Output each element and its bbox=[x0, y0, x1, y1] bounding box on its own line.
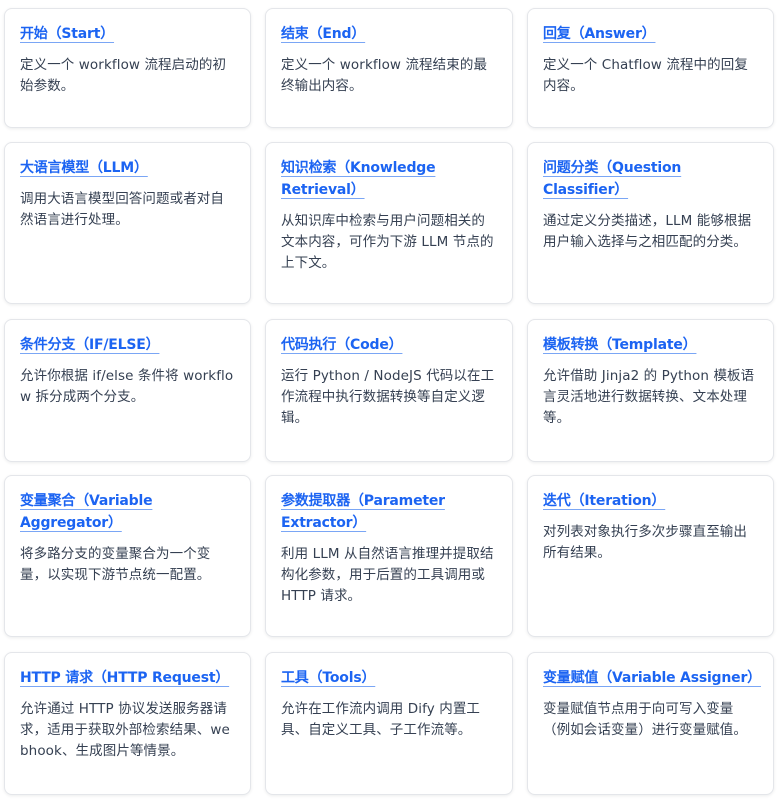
card-code: 代码执行（Code） 运行 Python / NodeJS 代码以在工作流程中执… bbox=[265, 319, 513, 462]
card-title-link[interactable]: 参数提取器（Parameter Extractor） bbox=[281, 493, 445, 531]
card-iteration: 迭代（Iteration） 对列表对象执行多次步骤直至输出所有结果。 bbox=[527, 475, 774, 637]
card-title-link[interactable]: 变量赋值（Variable Assigner） bbox=[543, 670, 761, 686]
card-variable-aggregator: 变量聚合（Variable Aggregator） 将多路分支的变量聚合为一个变… bbox=[4, 475, 251, 637]
card-title-link[interactable]: 迭代（Iteration） bbox=[543, 493, 665, 509]
card-title-link[interactable]: 模板转换（Template） bbox=[543, 337, 697, 353]
card-description: 运行 Python / NodeJS 代码以在工作流程中执行数据转换等自定义逻辑… bbox=[281, 368, 495, 426]
card-description: 利用 LLM 从自然语言推理并提取结构化参数，用于后置的工具调用或 HTTP 请… bbox=[281, 546, 494, 604]
card-description: 允许在工作流内调用 Dify 内置工具、自定义工具、子工作流等。 bbox=[281, 701, 481, 738]
card-title-link[interactable]: 代码执行（Code） bbox=[281, 337, 403, 353]
card-title-link[interactable]: 大语言模型（LLM） bbox=[20, 160, 148, 176]
card-title-link[interactable]: HTTP 请求（HTTP Request） bbox=[20, 670, 229, 686]
card-description: 变量赋值节点用于向可写入变量（例如会话变量）进行变量赋值。 bbox=[543, 701, 747, 738]
card-title-link[interactable]: 回复（Answer） bbox=[543, 26, 656, 42]
card-description: 通过定义分类描述，LLM 能够根据用户输入选择与之相匹配的分类。 bbox=[543, 213, 752, 250]
card-description: 允许你根据 if/else 条件将 workflow 拆分成两个分支。 bbox=[20, 368, 234, 405]
card-title-link[interactable]: 工具（Tools） bbox=[281, 670, 375, 686]
card-title-link[interactable]: 知识检索（Knowledge Retrieval） bbox=[281, 160, 436, 198]
card-title-link[interactable]: 条件分支（IF/ELSE） bbox=[20, 337, 160, 353]
card-description: 允许借助 Jinja2 的 Python 模板语言灵活地进行数据转换、文本处理等… bbox=[543, 368, 755, 426]
card-title-link[interactable]: 问题分类（Question Classifier） bbox=[543, 160, 681, 198]
card-description: 定义一个 workflow 流程结束的最终输出内容。 bbox=[281, 57, 488, 94]
card-description: 对列表对象执行多次步骤直至输出所有结果。 bbox=[543, 524, 747, 561]
card-llm: 大语言模型（LLM） 调用大语言模型回答问题或者对自然语言进行处理。 bbox=[4, 142, 251, 304]
card-template: 模板转换（Template） 允许借助 Jinja2 的 Python 模板语言… bbox=[527, 319, 774, 462]
card-parameter-extractor: 参数提取器（Parameter Extractor） 利用 LLM 从自然语言推… bbox=[265, 475, 513, 637]
card-description: 定义一个 workflow 流程启动的初始参数。 bbox=[20, 57, 227, 94]
card-tools: 工具（Tools） 允许在工作流内调用 Dify 内置工具、自定义工具、子工作流… bbox=[265, 652, 513, 795]
card-knowledge-retrieval: 知识检索（Knowledge Retrieval） 从知识库中检索与用户问题相关… bbox=[265, 142, 513, 304]
node-card-grid: 开始（Start） 定义一个 workflow 流程启动的初始参数。 结束（En… bbox=[0, 0, 777, 800]
card-description: 允许通过 HTTP 协议发送服务器请求，适用于获取外部检索结果、webhook、… bbox=[20, 701, 230, 759]
card-title-link[interactable]: 结束（End） bbox=[281, 26, 365, 42]
card-description: 定义一个 Chatflow 流程中的回复内容。 bbox=[543, 57, 748, 94]
card-description: 将多路分支的变量聚合为一个变量，以实现下游节点统一配置。 bbox=[20, 546, 211, 583]
card-description: 调用大语言模型回答问题或者对自然语言进行处理。 bbox=[20, 191, 224, 228]
card-variable-assigner: 变量赋值（Variable Assigner） 变量赋值节点用于向可写入变量（例… bbox=[527, 652, 774, 795]
card-http-request: HTTP 请求（HTTP Request） 允许通过 HTTP 协议发送服务器请… bbox=[4, 652, 251, 795]
card-question-classifier: 问题分类（Question Classifier） 通过定义分类描述，LLM 能… bbox=[527, 142, 774, 304]
card-title-link[interactable]: 变量聚合（Variable Aggregator） bbox=[20, 493, 153, 531]
card-start: 开始（Start） 定义一个 workflow 流程启动的初始参数。 bbox=[4, 8, 251, 128]
card-end: 结束（End） 定义一个 workflow 流程结束的最终输出内容。 bbox=[265, 8, 513, 128]
card-title-link[interactable]: 开始（Start） bbox=[20, 26, 114, 42]
card-answer: 回复（Answer） 定义一个 Chatflow 流程中的回复内容。 bbox=[527, 8, 774, 128]
card-if-else: 条件分支（IF/ELSE） 允许你根据 if/else 条件将 workflow… bbox=[4, 319, 251, 462]
card-description: 从知识库中检索与用户问题相关的文本内容，可作为下游 LLM 节点的上下文。 bbox=[281, 213, 494, 271]
